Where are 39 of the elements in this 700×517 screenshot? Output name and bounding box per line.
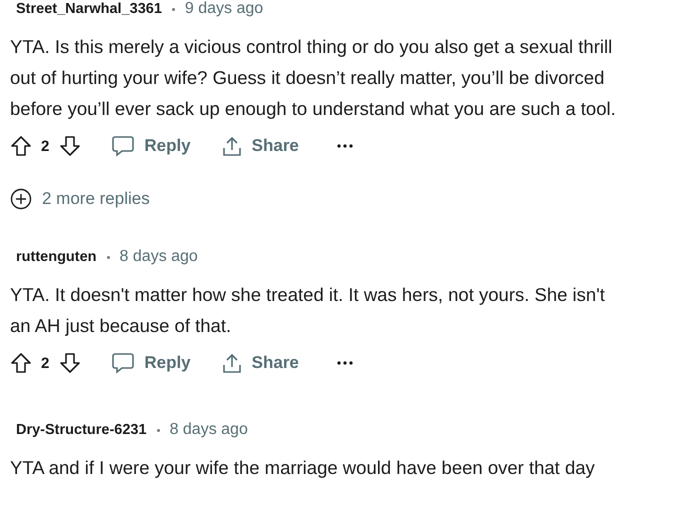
share-button[interactable]: Share [220,135,299,157]
upvote-button[interactable] [10,135,32,157]
vote-count: 2 [41,354,50,372]
comment-text: YTA. It doesn't matter how she treated it. It was hers, not yours. She isn't [10,283,606,307]
share-icon [220,135,243,157]
downvote-icon [59,352,82,374]
upvote-icon [10,135,32,157]
more-replies-link[interactable]: 2 more replies [10,188,700,210]
separator-dot [172,8,175,10]
upvote-icon [10,352,32,374]
comment-age: 8 days ago [120,248,198,266]
speech-bubble-icon [111,135,136,157]
comment-age: 9 days ago [184,0,264,18]
downvote-button[interactable] [59,352,82,374]
downvote-icon [59,135,82,157]
vote-count: 2 [41,138,50,154]
comment-text: an AH just because of that. [10,314,232,338]
comment-text: YTA and if I were your wife the marriage would have been over that day [10,456,596,480]
reply-button[interactable]: Reply [111,352,191,374]
plus-circle-icon [10,188,32,210]
comment-author[interactable]: ruttenguten [16,249,97,265]
more-options-button[interactable] [336,361,353,365]
share-icon [220,352,243,374]
comment-author[interactable]: Dry-Structure-6231 [16,422,147,438]
comment-author[interactable]: Street_Narwhal_3361 [16,1,162,17]
more-options-button[interactable] [336,144,353,148]
comment-age: 8 days ago [170,421,248,439]
comment-text: YTA. Is this merely a vicious control thing or do you also get a sexual thrill [10,35,614,59]
speech-bubble-icon [111,352,136,374]
ellipsis-icon [336,144,353,148]
downvote-button[interactable] [59,135,82,157]
ellipsis-icon [336,361,353,365]
share-button[interactable]: Share [220,352,299,374]
separator-dot [156,428,160,432]
reply-button[interactable]: Reply [111,135,191,157]
comment-text: before you’ll ever sack up enough to understand what you are such a tool. [10,97,617,121]
separator-dot [106,256,110,258]
upvote-button[interactable] [10,352,32,374]
comment-text: out of hurting your wife? Guess it doesn’t really matter, you’ll be divorced [10,66,606,90]
